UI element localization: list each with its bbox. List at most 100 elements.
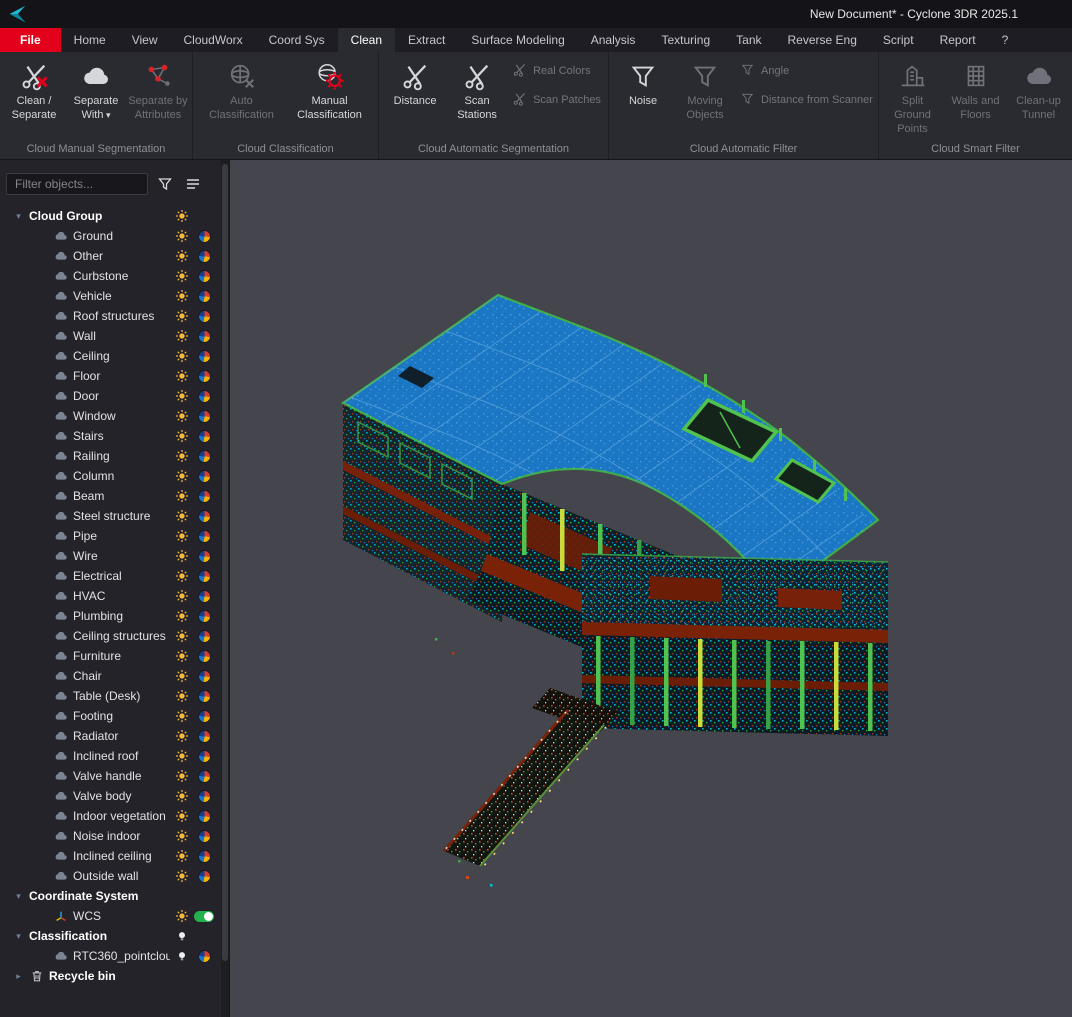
tree-item[interactable]: Ceiling	[6, 346, 214, 366]
classification-pie-icon[interactable]	[198, 330, 211, 343]
menu-tab[interactable]: View	[119, 28, 171, 52]
visibility-sun-icon[interactable]	[175, 309, 189, 323]
classification-pie-icon[interactable]	[198, 650, 211, 663]
visibility-sun-icon[interactable]	[175, 529, 189, 543]
tree-item[interactable]: Ground	[6, 226, 214, 246]
menu-tab[interactable]: Report	[927, 28, 989, 52]
tree-item[interactable]: Wire	[6, 546, 214, 566]
tree-item[interactable]: WCS	[6, 906, 214, 926]
visibility-sun-icon[interactable]	[175, 429, 189, 443]
tree-item[interactable]: Door	[6, 386, 214, 406]
classification-pie-icon[interactable]	[198, 730, 211, 743]
classification-pie-icon[interactable]	[198, 370, 211, 383]
tree-item[interactable]: Other	[6, 246, 214, 266]
tree-item[interactable]: Wall	[6, 326, 214, 346]
tree-expander[interactable]: ▸	[12, 971, 25, 982]
classification-pie-icon[interactable]	[198, 770, 211, 783]
menu-tab[interactable]: Script	[870, 28, 927, 52]
visibility-sun-icon[interactable]	[175, 549, 189, 563]
tree-item[interactable]: ▾ Cloud Group	[6, 206, 214, 226]
ribbon-button[interactable]: Scan Stations	[446, 55, 508, 123]
tree-item[interactable]: Column	[6, 466, 214, 486]
visibility-sun-icon[interactable]	[175, 209, 189, 223]
menu-tab[interactable]: Coord Sys	[256, 28, 338, 52]
classification-pie-icon[interactable]	[198, 470, 211, 483]
visibility-sun-icon[interactable]	[175, 769, 189, 783]
menu-tab[interactable]: File	[0, 28, 61, 52]
ribbon-button[interactable]: Clean / Separate	[3, 55, 65, 123]
visibility-sun-icon[interactable]	[175, 369, 189, 383]
classification-pie-icon[interactable]	[198, 670, 211, 683]
menu-tab[interactable]: Surface Modeling	[458, 28, 577, 52]
classification-pie-icon[interactable]	[198, 350, 211, 363]
tree-item[interactable]: Chair	[6, 666, 214, 686]
visibility-sun-icon[interactable]	[175, 709, 189, 723]
tree-item[interactable]: ▾ Coordinate System	[6, 886, 214, 906]
tree-item[interactable]: Window	[6, 406, 214, 426]
tree-item[interactable]: Radiator	[6, 726, 214, 746]
bulb-icon[interactable]	[175, 949, 189, 963]
tree-item[interactable]: Stairs	[6, 426, 214, 446]
menu-tab[interactable]: CloudWorx	[170, 28, 255, 52]
tree-item[interactable]: Inclined ceiling	[6, 846, 214, 866]
visibility-sun-icon[interactable]	[175, 449, 189, 463]
tree-menu-button[interactable]	[182, 173, 204, 195]
classification-pie-icon[interactable]	[198, 230, 211, 243]
classification-pie-icon[interactable]	[198, 390, 211, 403]
visibility-sun-icon[interactable]	[175, 629, 189, 643]
menu-tab[interactable]: Home	[61, 28, 119, 52]
classification-pie-icon[interactable]	[198, 290, 211, 303]
classification-pie-icon[interactable]	[198, 430, 211, 443]
visibility-sun-icon[interactable]	[175, 489, 189, 503]
classification-pie-icon[interactable]	[198, 710, 211, 723]
ribbon-button[interactable]: Noise	[612, 55, 674, 123]
tree-item[interactable]: Table (Desk)	[6, 686, 214, 706]
classification-pie-icon[interactable]	[198, 570, 211, 583]
filter-button[interactable]	[154, 173, 176, 195]
tree-item[interactable]: Inclined roof	[6, 746, 214, 766]
classification-pie-icon[interactable]	[198, 850, 211, 863]
tree-expander[interactable]: ▾	[12, 891, 25, 902]
tree-expander[interactable]: ▾	[12, 211, 25, 222]
tree-expander[interactable]: ▾	[12, 931, 25, 942]
tree-item[interactable]: Ceiling structures	[6, 626, 214, 646]
toggle-on[interactable]	[194, 911, 214, 922]
tree-item[interactable]: Valve body	[6, 786, 214, 806]
classification-pie-icon[interactable]	[198, 270, 211, 283]
ribbon-button[interactable]: Separate by Attributes	[127, 55, 189, 123]
classification-pie-icon[interactable]	[198, 950, 211, 963]
menu-tab[interactable]: ?	[989, 28, 1022, 52]
ribbon-button[interactable]: Clean-up Tunnel	[1007, 55, 1070, 136]
classification-pie-icon[interactable]	[198, 750, 211, 763]
visibility-sun-icon[interactable]	[175, 909, 189, 923]
visibility-sun-icon[interactable]	[175, 229, 189, 243]
ribbon-button[interactable]: Moving Objects	[674, 55, 736, 123]
viewport-3d[interactable]	[230, 160, 1072, 1017]
tree-item[interactable]: Roof structures	[6, 306, 214, 326]
classification-pie-icon[interactable]	[198, 590, 211, 603]
tree-item[interactable]: Outside wall	[6, 866, 214, 886]
tree-item[interactable]: Pipe	[6, 526, 214, 546]
classification-pie-icon[interactable]	[198, 790, 211, 803]
visibility-sun-icon[interactable]	[175, 509, 189, 523]
menu-tab[interactable]: Clean	[338, 28, 395, 52]
tree-item[interactable]: Indoor vegetation	[6, 806, 214, 826]
ribbon-button[interactable]: Walls and Floors	[944, 55, 1007, 136]
menu-tab[interactable]: Tank	[723, 28, 774, 52]
menu-tab[interactable]: Reverse Eng	[775, 28, 870, 52]
visibility-sun-icon[interactable]	[175, 329, 189, 343]
tree-item[interactable]: RTC360_pointcloud.e57	[6, 946, 214, 966]
visibility-sun-icon[interactable]	[175, 649, 189, 663]
ribbon-small-button[interactable]: Distance from Scanner	[740, 91, 873, 109]
filter-objects-input[interactable]	[6, 173, 148, 195]
visibility-sun-icon[interactable]	[175, 689, 189, 703]
visibility-sun-icon[interactable]	[175, 789, 189, 803]
visibility-sun-icon[interactable]	[175, 569, 189, 583]
tree-item[interactable]: Curbstone	[6, 266, 214, 286]
classification-pie-icon[interactable]	[198, 870, 211, 883]
visibility-sun-icon[interactable]	[175, 409, 189, 423]
tree-item[interactable]: Floor	[6, 366, 214, 386]
classification-pie-icon[interactable]	[198, 310, 211, 323]
ribbon-button[interactable]: Manual Classification	[286, 55, 374, 123]
ribbon-button[interactable]: Separate With ▾	[65, 55, 127, 123]
